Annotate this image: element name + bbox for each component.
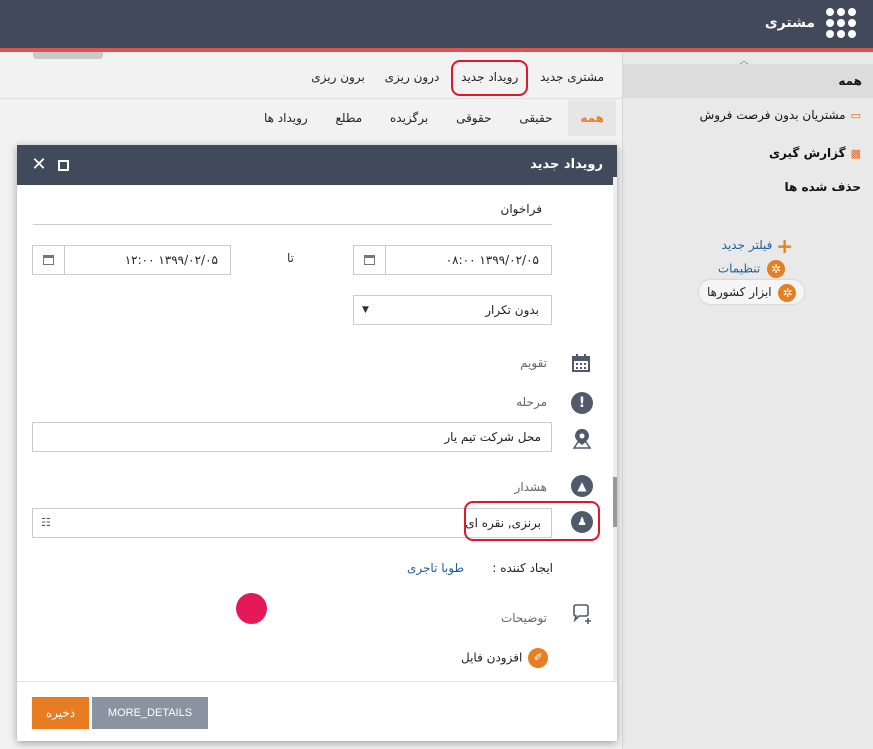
horizontal-scroll-thumb[interactable] <box>33 52 103 59</box>
gear-icon: ✲ <box>778 283 797 302</box>
tab-bar: همه حقیقی حقوقی برگزیده مطلع رویداد ها <box>0 100 622 136</box>
map-pin-icon <box>572 428 594 450</box>
new-event-dialog: ✕ رویداد جدید فراخوان ۱۳۹۹/۰۲/۰۵ ۰۸:۰۰ ت… <box>17 145 617 741</box>
dialog-body: فراخوان ۱۳۹۹/۰۲/۰۵ ۰۸:۰۰ تا ۱۳۹۹/۰۲/۰۵ ۱… <box>17 185 617 681</box>
description-label: توضیحات <box>500 611 547 625</box>
gear-icon: ✲ <box>767 260 785 278</box>
caret-down-icon: ▼ <box>362 305 369 315</box>
settings-link[interactable]: ✲ تنظیمات <box>718 260 785 278</box>
new-filter-label: فیلتر جدید <box>721 238 773 252</box>
comment-add-icon[interactable] <box>571 603 593 625</box>
tab-all[interactable]: همه <box>568 100 616 136</box>
dialog-header: ✕ رویداد جدید <box>17 145 617 185</box>
bell-icon: ▲ <box>571 475 593 497</box>
sidebar-item-all[interactable]: همه <box>623 64 873 98</box>
start-datetime-value: ۱۳۹۹/۰۲/۰۵ ۰۸:۰۰ <box>445 253 539 267</box>
countries-tool-chip[interactable]: ✲ ابزار کشورها <box>699 280 805 304</box>
calendar-icon <box>364 255 375 265</box>
new-filter-link[interactable]: + فیلتر جدید <box>721 233 793 258</box>
sidebar-item-label: گزارش گیری <box>769 146 846 160</box>
new-event-button[interactable]: رویداد جدید <box>451 60 529 96</box>
sidebar-item-no-opportunity[interactable]: ▭ مشتریان بدون فرصت فروش <box>700 108 861 122</box>
tab-informed[interactable]: مطلع <box>324 100 375 136</box>
sidebar-item-deleted[interactable]: حذف شده ها <box>784 180 861 194</box>
tab-favorites[interactable]: برگزیده <box>378 100 440 136</box>
settings-label: تنظیمات <box>717 261 761 276</box>
sidebar-item-label: مشتریان بدون فرصت فروش <box>699 108 846 122</box>
countries-tool-label: ابزار کشورها <box>707 285 772 299</box>
creator-name-link[interactable]: طوبا تاجری <box>407 561 464 575</box>
start-datetime-input[interactable]: ۱۳۹۹/۰۲/۰۵ ۰۸:۰۰ <box>353 245 552 275</box>
calendar-icon <box>571 353 593 375</box>
app-grid-icon[interactable] <box>826 8 856 38</box>
export-button[interactable]: برون ریزی <box>303 62 373 92</box>
toolbar: مشتری جدید رویداد جدید درون ریزی برون ری… <box>0 60 622 98</box>
plus-icon: + <box>776 233 793 258</box>
location-input[interactable]: محل شرکت تیم یار <box>32 422 552 452</box>
repeat-select[interactable]: بدون تکرار ▼ <box>353 295 552 325</box>
close-icon[interactable]: ✕ <box>29 154 49 175</box>
to-label: تا <box>287 251 294 265</box>
tab-real[interactable]: حقیقی <box>507 100 564 136</box>
dialog-title: رویداد جدید <box>530 157 603 172</box>
highlight-annotation <box>464 501 600 541</box>
sidebar-item-reports[interactable]: ▩ گزارش گیری <box>769 146 861 160</box>
right-sidebar: ︿ همه ▭مشتریان بدون فرصت فروش ▩گزارش گیر… <box>622 52 873 749</box>
divider <box>0 98 622 99</box>
add-file-button[interactable]: ✐ افزودن فایل <box>461 648 549 668</box>
dialog-scrollbar[interactable] <box>613 177 617 683</box>
end-calendar-button[interactable] <box>33 246 65 274</box>
import-button[interactable]: درون ریزی <box>377 62 448 92</box>
top-bar: مشتری <box>0 0 873 48</box>
alert-label: هشدار <box>514 480 547 494</box>
subject-input[interactable]: فراخوان <box>33 195 552 225</box>
tab-legal[interactable]: حقوقی <box>444 100 503 136</box>
new-customer-button[interactable]: مشتری جدید <box>532 62 612 92</box>
monitor-icon: ▭ <box>850 109 861 122</box>
paperclip-icon: ✐ <box>528 648 549 668</box>
calendar-icon <box>43 255 54 265</box>
maximize-icon[interactable] <box>58 160 69 171</box>
save-button[interactable]: ذخیره <box>32 697 89 729</box>
tab-events[interactable]: رویداد ها <box>252 100 320 136</box>
avatar[interactable] <box>236 593 267 624</box>
search-list-icon[interactable]: ☷ <box>41 509 51 537</box>
end-datetime-value: ۱۳۹۹/۰۲/۰۵ ۱۲:۰۰ <box>124 253 218 267</box>
repeat-select-value: بدون تکرار <box>485 303 539 317</box>
bar-chart-icon: ▩ <box>850 147 861 160</box>
start-calendar-button[interactable] <box>354 246 386 274</box>
scroll-thumb[interactable] <box>613 477 617 527</box>
end-datetime-input[interactable]: ۱۳۹۹/۰۲/۰۵ ۱۲:۰۰ <box>32 245 231 275</box>
more-details-button[interactable]: MORE_DETAILS <box>92 697 208 729</box>
app-title: مشتری <box>764 15 815 31</box>
calendar-label: تقویم <box>520 356 547 370</box>
creator-label: ایجاد کننده : <box>492 561 553 575</box>
dialog-footer: ذخیره MORE_DETAILS <box>17 681 617 741</box>
stage-label: مرحله <box>516 395 547 409</box>
add-file-label: افزودن فایل <box>461 650 523 665</box>
exclamation-icon: ! <box>571 392 593 414</box>
